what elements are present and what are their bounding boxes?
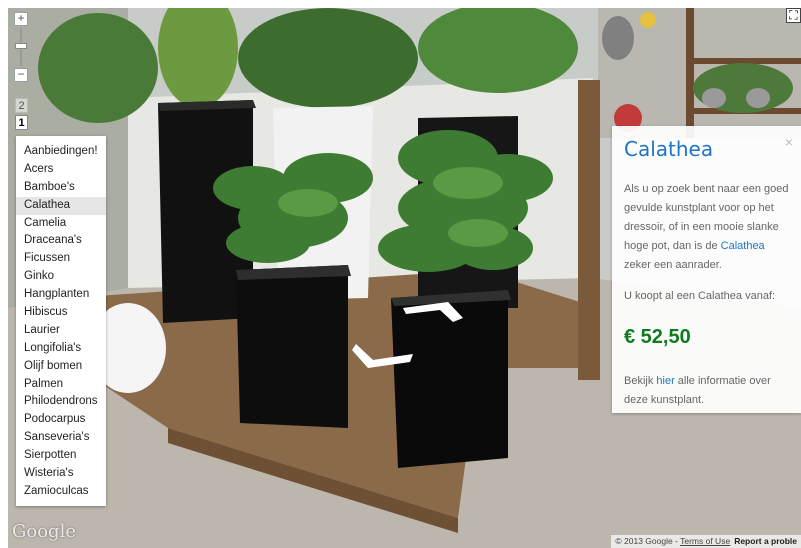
menu-item[interactable]: Camelia <box>16 215 106 233</box>
category-menu: Aanbiedingen! Acers Bamboe's Calathea Cameli… <box>16 136 106 506</box>
product-info-panel: Calathea × Als u op zoek bent naar een g… <box>612 126 801 413</box>
menu-item[interactable]: Bamboe's <box>16 179 106 197</box>
menu-item[interactable]: Acers <box>16 161 106 179</box>
menu-item[interactable]: Draceana's <box>16 232 106 250</box>
menu-item[interactable]: Wisteria's <box>16 465 106 483</box>
price-intro: U koopt al een Calathea vanaf: <box>624 290 776 302</box>
product-description: Als u op zoek bent naar een goed gevulde… <box>624 180 794 275</box>
product-price: € 52,50 <box>624 326 691 348</box>
level-1-button[interactable]: 1 <box>15 115 28 130</box>
street-view-panorama[interactable]: + − 2 1 ⛶ Aanbiedingen! Acers Bamboe's Cala… <box>8 8 801 548</box>
close-icon[interactable]: × <box>785 134 793 150</box>
terms-link[interactable]: Terms of Use <box>680 536 730 546</box>
menu-item[interactable]: Sierpotten <box>16 447 106 465</box>
menu-item[interactable]: Calathea <box>16 196 106 215</box>
level-2-button[interactable]: 2 <box>15 98 28 113</box>
menu-item[interactable]: Hangplanten <box>16 286 106 304</box>
floor-level-control: 2 1 <box>15 98 28 132</box>
menu-item[interactable]: Ficussen <box>16 250 106 268</box>
zoom-out-button[interactable]: − <box>14 68 28 82</box>
menu-item[interactable]: Aanbiedingen! <box>16 143 106 161</box>
copyright-text: © 2013 Google - <box>615 536 681 546</box>
menu-item[interactable]: Ginko <box>16 268 106 286</box>
menu-item[interactable]: Palmen <box>16 376 106 394</box>
menu-item[interactable]: Podocarpus <box>16 411 106 429</box>
google-logo[interactable]: Google <box>12 521 76 542</box>
map-footer: © 2013 Google - Terms of Use Report a pro… <box>611 535 801 548</box>
zoom-control: + − <box>14 12 28 82</box>
menu-item[interactable]: Zamioculcas <box>16 483 106 501</box>
zoom-in-button[interactable]: + <box>14 12 28 26</box>
menu-item[interactable]: Philodendrons <box>16 393 106 411</box>
more-info-text: Bekijk hier alle informatie over deze ku… <box>624 372 794 410</box>
calathea-link[interactable]: Calathea <box>721 240 765 252</box>
menu-item[interactable]: Laurier <box>16 322 106 340</box>
more-info-link[interactable]: hier <box>656 375 674 387</box>
menu-item[interactable]: Hibiscus <box>16 304 106 322</box>
menu-item[interactable]: Sanseveria's <box>16 429 106 447</box>
menu-item[interactable]: Olijf bomen <box>16 358 106 376</box>
desc-text-suffix: zeker een aanrader. <box>624 259 722 271</box>
report-problem-link[interactable]: Report a proble <box>734 536 797 546</box>
zoom-slider-thumb[interactable] <box>15 43 27 49</box>
more-prefix: Bekijk <box>624 375 657 387</box>
fullscreen-icon[interactable]: ⛶ <box>786 8 801 23</box>
menu-item[interactable]: Longifolia's <box>16 340 106 358</box>
product-title: Calathea <box>624 137 714 161</box>
